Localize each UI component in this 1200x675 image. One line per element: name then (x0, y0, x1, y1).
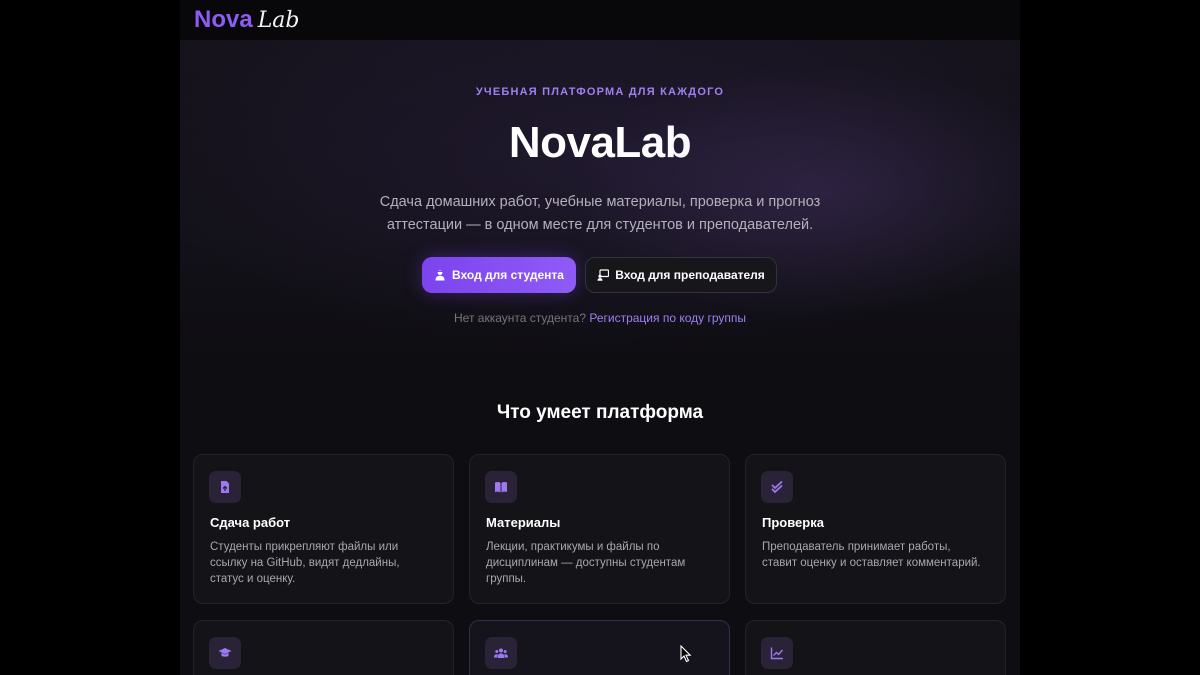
registration-line: Нет аккаунта студента? Регистрация по ко… (180, 311, 1020, 325)
feature-card-materials: Материалы Лекции, практикумы и файлы по … (469, 454, 730, 604)
logo-secondary-text: Lab (257, 8, 300, 33)
feature-card-forecast (745, 620, 1006, 675)
feature-card-title: Проверка (762, 515, 824, 530)
feature-card-text: Преподаватель принимает работы, ставит о… (762, 541, 981, 569)
feature-card-text: Лекции, практикумы и файлы по дисциплина… (486, 541, 686, 585)
student-icon (434, 269, 446, 281)
feature-card-text: Студенты прикрепляют файлы или ссылку на… (210, 541, 400, 585)
hero-title: NovaLab (180, 118, 1020, 168)
logo-primary-text: Nova (194, 6, 253, 33)
student-login-label: Вход для студента (452, 268, 564, 282)
check-icon (761, 471, 793, 503)
feature-card-title: Материалы (486, 515, 561, 530)
feature-card-title: Сдача работ (210, 515, 291, 530)
book-icon (485, 471, 517, 503)
teacher-login-button[interactable]: Вход для преподавателя (585, 257, 777, 293)
graduation-cap-icon (209, 637, 241, 669)
registration-prompt: Нет аккаунта студента? (454, 311, 586, 325)
feature-card-review: Проверка Преподаватель принимает работы,… (745, 454, 1006, 604)
student-login-button[interactable]: Вход для студента (422, 257, 576, 293)
users-icon (485, 637, 517, 669)
hero-subtitle-line: аттестации — в одном месте для студентов… (386, 217, 814, 233)
landing-page: Nova Lab УЧЕБНАЯ ПЛАТФОРМА ДЛЯ КАЖДОГО N… (180, 0, 1020, 675)
mouse-pointer-icon (680, 645, 692, 663)
logo[interactable]: Nova Lab (194, 6, 300, 34)
hero-eyebrow: УЧЕБНАЯ ПЛАТФОРМА ДЛЯ КАЖДОГО (475, 86, 725, 98)
hero-subtitle-line: Сдача домашних работ, учебные материалы,… (379, 194, 821, 210)
hero-subtitle: Сдача домашних работ, учебные материалы,… (350, 191, 850, 237)
top-navigation-bar: Nova Lab (180, 0, 1020, 40)
file-upload-icon (209, 471, 241, 503)
teacher-icon (597, 269, 610, 281)
teacher-login-label: Вход для преподавателя (615, 268, 765, 282)
chart-line-icon (761, 637, 793, 669)
feature-card-submissions: Сдача работ Студенты прикрепляют файлы и… (193, 454, 454, 604)
registration-link[interactable]: Регистрация по коду группы (589, 311, 746, 325)
feature-card-attestation (193, 620, 454, 675)
features-section-title: Что умеет платформа (496, 402, 704, 423)
